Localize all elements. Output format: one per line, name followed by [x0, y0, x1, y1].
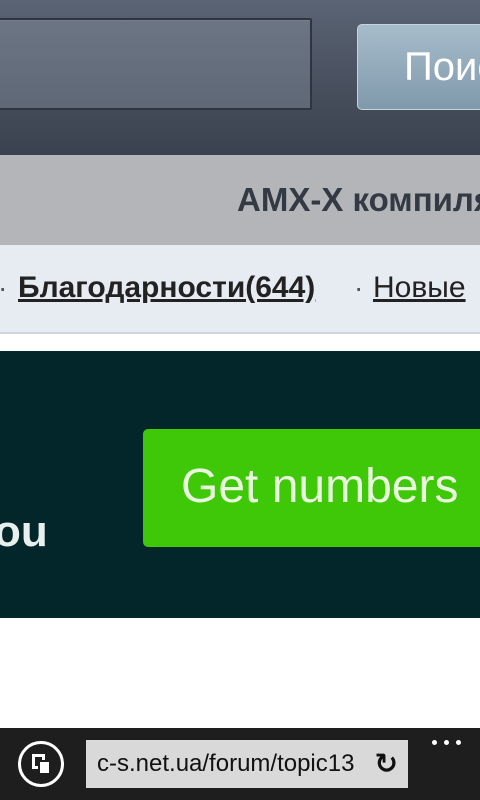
address-url: c-s.net.ua/forum/topic13	[97, 750, 355, 777]
new-posts-link[interactable]: Новые	[373, 271, 466, 305]
more-dot	[456, 740, 461, 745]
link-separator: ·	[0, 272, 7, 304]
tabs-icon[interactable]	[18, 741, 64, 787]
thanks-link[interactable]: Благодарности(644)	[18, 271, 315, 305]
more-icon[interactable]	[428, 728, 468, 756]
address-bar[interactable]: c-s.net.ua/forum/topic13 ↻	[86, 740, 408, 788]
tabs-icon-front-square	[38, 760, 51, 775]
ad-cta-button[interactable]: Get numbers	[143, 429, 480, 547]
refresh-icon[interactable]: ↻	[375, 740, 398, 788]
search-button[interactable]: Поиск	[357, 24, 480, 110]
ad-cta-label: Get numbers	[181, 460, 459, 513]
more-dot	[432, 740, 437, 745]
ad-side-text: ou	[0, 507, 48, 556]
ad-banner[interactable]: ou Get numbers	[0, 351, 480, 618]
browser-page: Поиск AMX-X компиляторы · Благодарности(…	[0, 0, 480, 800]
more-dot	[444, 740, 449, 745]
topic-title-bar: AMX-X компиляторы	[0, 155, 480, 245]
search-input[interactable]	[0, 18, 312, 110]
topic-links-row: · Благодарности(644) · Новые	[0, 245, 480, 334]
link-separator: ·	[354, 272, 364, 303]
topic-title: AMX-X компиляторы	[237, 181, 480, 218]
browser-bottom-bar: c-s.net.ua/forum/topic13 ↻	[0, 728, 480, 800]
search-header: Поиск	[0, 0, 480, 155]
